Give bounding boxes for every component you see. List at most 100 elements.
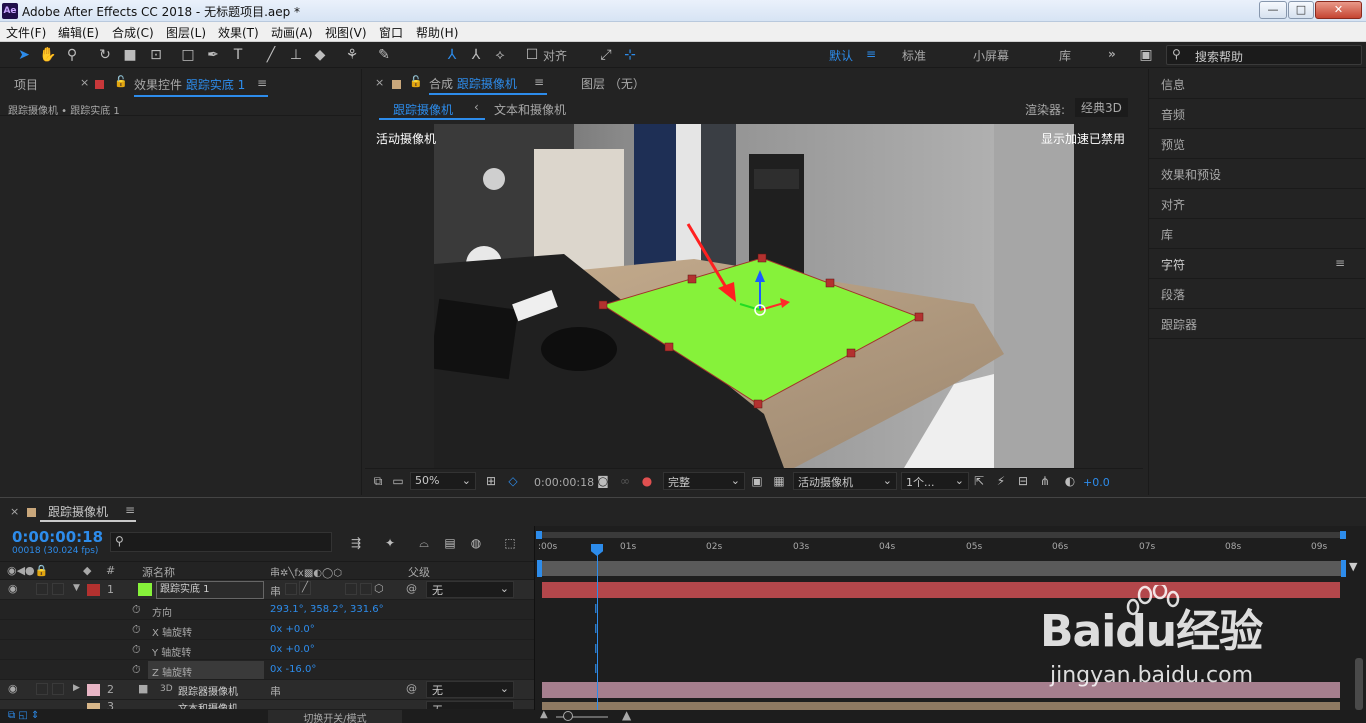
hand-tool-icon[interactable]: ✋ xyxy=(38,45,58,65)
selection-tool-icon[interactable]: ➤ xyxy=(14,45,34,65)
layer-name[interactable]: 跟踪器摄像机 xyxy=(178,683,238,698)
minimize-button[interactable]: — xyxy=(1259,1,1287,19)
layer-name[interactable]: 跟踪实底 1 xyxy=(156,581,264,599)
layer-search-input[interactable]: ⚲ xyxy=(110,532,332,552)
snapshot-icon[interactable]: ◙ xyxy=(595,472,611,490)
close-tab-icon[interactable]: × xyxy=(80,76,89,102)
comp-lock-icon[interactable]: 🔓 xyxy=(409,75,423,101)
pen-tool-icon[interactable]: ✒ xyxy=(203,45,223,65)
brush-tool-icon[interactable]: ╱ xyxy=(261,45,281,65)
workspace-default[interactable]: 默认 xyxy=(829,47,853,64)
layer-label-color[interactable] xyxy=(87,684,100,696)
property-row[interactable]: ⏱ X 轴旋转 0x +0.0° xyxy=(0,620,534,640)
eraser-icon[interactable]: ◆ xyxy=(310,45,330,65)
panel-info[interactable]: 信息 xyxy=(1149,69,1365,99)
comp-marker-bin-icon[interactable]: ▼ xyxy=(1349,560,1361,574)
parent-dropdown[interactable]: 无 ⌄ xyxy=(426,681,514,698)
world-axis-icon[interactable]: ⅄ xyxy=(466,45,486,65)
parent-dropdown[interactable]: 无 xyxy=(426,701,514,709)
resolution-dropdown[interactable]: 完整 ⌄ xyxy=(663,472,745,490)
menu-edit[interactable]: 编辑(E) xyxy=(58,24,99,41)
workspace-library[interactable]: 库 xyxy=(1059,47,1071,64)
zoom-slider-handle[interactable] xyxy=(563,711,573,721)
workspace-standard[interactable]: 标准 xyxy=(902,47,926,64)
snap-target-icon[interactable]: ⊹ xyxy=(620,45,640,65)
clone-stamp-icon[interactable]: ⊥ xyxy=(286,45,306,65)
solo-toggle[interactable] xyxy=(36,583,48,595)
tab-effect-controls[interactable]: 效果控件 跟踪实底 1 xyxy=(134,76,245,102)
panel-effects-presets[interactable]: 效果和预设 xyxy=(1149,159,1365,189)
lock-icon[interactable]: 🔓 xyxy=(114,75,128,101)
local-axis-icon[interactable]: ⅄ xyxy=(442,45,462,65)
property-value[interactable]: 0x -16.0° xyxy=(270,664,316,675)
renderer-dropdown[interactable]: 经典3D xyxy=(1075,98,1128,117)
lock-toggle[interactable] xyxy=(52,583,64,595)
collapse-switch[interactable] xyxy=(285,583,297,595)
parent-dropdown[interactable]: 无 ⌄ xyxy=(426,581,514,598)
property-row[interactable]: ⏱ 方向 293.1°, 358.2°, 331.6° xyxy=(0,600,534,620)
monitor-icon[interactable]: ▭ xyxy=(390,472,406,490)
close-timeline-icon[interactable]: × xyxy=(10,505,19,518)
subtab-tracking-camera[interactable]: 跟踪摄像机 xyxy=(393,101,453,118)
graph-editor-icon[interactable]: ⬚ xyxy=(502,534,518,552)
region-of-interest-icon[interactable]: ▣ xyxy=(749,472,765,490)
search-help-input[interactable]: ⚲ 搜索帮助 xyxy=(1166,45,1362,65)
panel-paragraph[interactable]: 段落 xyxy=(1149,279,1365,309)
sync-settings-icon[interactable]: ▣ xyxy=(1136,45,1156,65)
transparency-grid-icon[interactable]: ▦ xyxy=(771,472,787,490)
zoom-in-icon[interactable]: ▲ xyxy=(622,708,631,722)
av-switches-icon[interactable]: ◉◀●🔒 xyxy=(7,564,48,577)
footer-toggles-icon[interactable]: ⧉ ◱ ⇕ xyxy=(8,710,39,721)
work-area-in-handle[interactable] xyxy=(537,560,542,577)
work-area-top[interactable] xyxy=(540,532,1344,538)
maximize-button[interactable]: □ xyxy=(1288,1,1314,19)
subtab-text-camera[interactable]: 文本和摄像机 xyxy=(494,101,566,118)
zoom-tool-icon[interactable]: ⚲ xyxy=(62,45,82,65)
rotate-tool-icon[interactable]: ↻ xyxy=(95,45,115,65)
timeline-scrollbar[interactable] xyxy=(1355,658,1363,710)
tab-composition[interactable]: 合成 跟踪摄像机 xyxy=(429,75,517,101)
menu-window[interactable]: 窗口 xyxy=(379,24,403,41)
work-area-out-handle[interactable] xyxy=(1341,560,1346,577)
rectangle-tool-icon[interactable]: □ xyxy=(178,45,198,65)
tracked-solid-overlay[interactable] xyxy=(434,124,1074,468)
close-window-button[interactable]: ✕ xyxy=(1315,1,1362,19)
menu-help[interactable]: 帮助(H) xyxy=(416,24,458,41)
panel-align[interactable]: 对齐 xyxy=(1149,189,1365,219)
safe-margins-icon[interactable]: ⊞ xyxy=(483,472,499,490)
stopwatch-icon[interactable]: ⏱ xyxy=(132,663,141,677)
visibility-eye-icon[interactable]: ◉ xyxy=(8,682,18,695)
shy-layers-icon[interactable]: ⌓ xyxy=(416,534,432,552)
camera-tool-icon[interactable]: ■ xyxy=(120,45,140,65)
panel-audio[interactable]: 音频 xyxy=(1149,99,1365,129)
snap-icon[interactable]: ⤢ xyxy=(596,45,616,65)
draft-3d-icon[interactable]: ✦ xyxy=(382,534,398,552)
menu-effect[interactable]: 效果(T) xyxy=(218,24,259,41)
workspace-small-screen[interactable]: 小屏幕 xyxy=(973,47,1009,64)
timeline-menu-icon[interactable]: ≡ xyxy=(125,503,135,517)
stopwatch-icon[interactable]: ⏱ xyxy=(132,603,141,617)
layer-name[interactable]: 文本和摄像机 xyxy=(178,700,238,709)
frame-blending-icon[interactable]: ▤ xyxy=(442,534,458,552)
layer-duration-bar[interactable] xyxy=(542,702,1340,710)
viewer-timecode[interactable]: 0:00:00:18 xyxy=(534,476,594,489)
lock-toggle[interactable] xyxy=(52,683,64,695)
reset-exposure-icon[interactable]: ◐ xyxy=(1062,472,1078,490)
close-comp-tab-icon[interactable]: × xyxy=(375,76,384,102)
align-checkbox[interactable]: ☐ xyxy=(522,45,542,65)
solo-toggle[interactable] xyxy=(36,683,48,695)
mask-visibility-icon[interactable]: ◇ xyxy=(505,472,521,490)
zoom-out-icon[interactable]: ▲ xyxy=(540,709,548,720)
fast-previews-icon[interactable]: ⚡ xyxy=(993,472,1009,490)
roto-brush-icon[interactable]: ⚘ xyxy=(342,45,362,65)
3d-layer-cube-icon[interactable]: ⬡ xyxy=(374,582,384,595)
view-axis-icon[interactable]: ⟡ xyxy=(490,45,510,65)
workspace-menu-icon[interactable]: ≡ xyxy=(866,47,876,61)
pan-behind-icon[interactable]: ⊡ xyxy=(146,45,166,65)
menu-view[interactable]: 视图(V) xyxy=(325,24,367,41)
tab-project[interactable]: 项目 xyxy=(14,76,38,102)
stopwatch-icon[interactable]: ⏱ xyxy=(132,643,141,657)
pick-whip-icon[interactable]: @ xyxy=(406,682,417,695)
motion-blur-switch[interactable] xyxy=(360,583,372,595)
subtab-back-icon[interactable]: ‹ xyxy=(474,100,479,114)
